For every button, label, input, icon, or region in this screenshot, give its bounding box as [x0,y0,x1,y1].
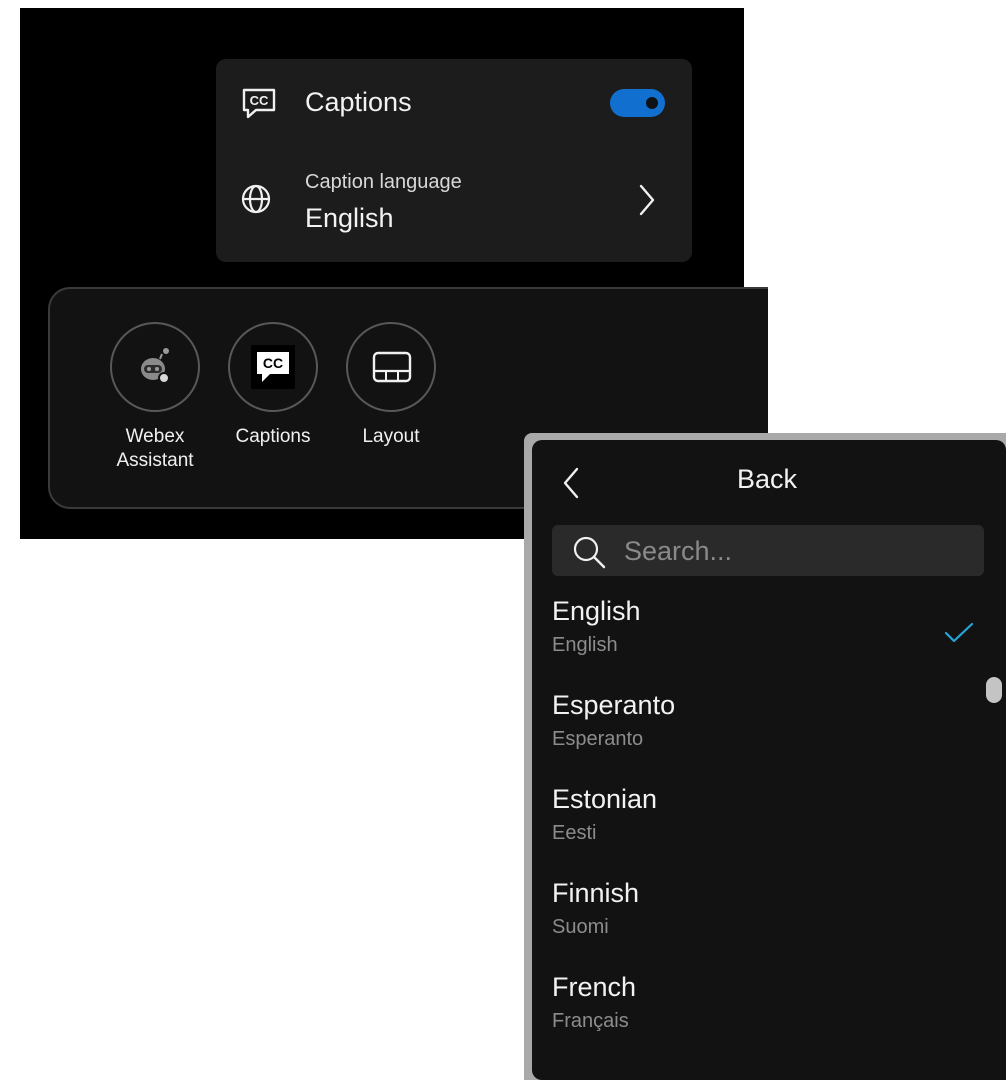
search-input[interactable] [622,533,966,569]
webex-assistant-label-line2: Assistant [116,450,194,471]
webex-assistant-button[interactable] [110,322,200,412]
language-list-panel: Back English English Esperanto Esperanto [532,440,1006,1080]
caption-language-value: English [305,203,394,233]
chevron-left-icon [562,466,580,505]
svg-text:CC: CC [263,355,283,371]
captions-dock-label: Captions [235,426,311,447]
captions-settings-card: CC Captions Caption language English [216,59,692,262]
captions-button[interactable]: CC [228,322,318,412]
language-name: English [552,596,641,626]
caption-language-label: Caption language [305,171,462,193]
layout-label: Layout [362,426,420,447]
language-name: Finnish [552,878,640,908]
language-option-english[interactable]: English English [552,596,972,676]
layout-button[interactable] [346,322,436,412]
language-name: Estonian [552,784,658,814]
search-box[interactable] [552,525,984,576]
language-option-estonian[interactable]: Estonian Eesti [552,784,972,864]
globe-icon [241,184,271,219]
scrollbar-thumb[interactable] [986,677,1002,703]
captions-toggle[interactable] [610,89,665,117]
back-title: Back [736,464,798,494]
svg-text:CC: CC [250,93,269,108]
captions-label: Captions [305,87,412,117]
toggle-knob [646,97,658,109]
language-option-french[interactable]: French Français [552,972,972,1052]
language-option-finnish[interactable]: Finnish Suomi [552,878,972,958]
checkmark-icon [944,622,974,649]
language-native-name: Suomi [552,916,609,938]
layout-icon [372,351,412,390]
search-icon [572,535,606,574]
language-name: French [552,972,637,1002]
webex-assistant-label: Webex Assistant [95,425,215,473]
language-name: Esperanto [552,690,676,720]
cc-icon: CC [241,87,277,126]
language-native-name: Français [552,1010,629,1032]
language-native-name: English [552,634,618,656]
language-native-name: Esperanto [552,728,644,750]
cc-icon: CC [251,345,295,394]
assistant-bot-icon [136,346,176,391]
chevron-right-icon [638,183,656,222]
webex-assistant-label-line1: Webex [125,426,185,447]
language-option-esperanto[interactable]: Esperanto Esperanto [552,690,972,770]
caption-language-panel: Back English English Esperanto Esperanto [524,433,1006,1080]
language-native-name: Eesti [552,822,597,844]
